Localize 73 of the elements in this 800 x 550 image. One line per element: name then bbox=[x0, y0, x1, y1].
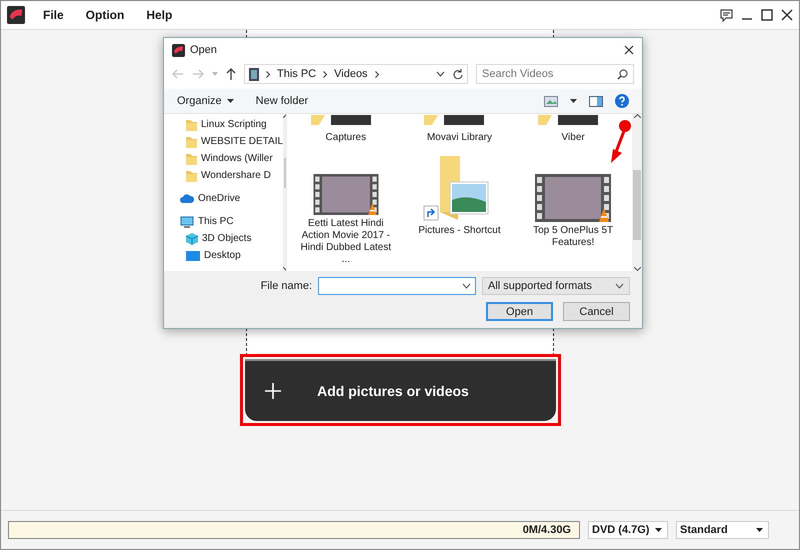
help-icon[interactable] bbox=[615, 94, 629, 108]
caret-icon bbox=[615, 283, 624, 289]
folder-item[interactable]: Movavi Library bbox=[404, 114, 514, 146]
disc-size-dropdown[interactable]: DVD (4.7G) bbox=[588, 521, 668, 539]
nav-item[interactable]: 3D Objects bbox=[164, 230, 284, 247]
refresh-icon[interactable] bbox=[452, 68, 463, 80]
close-icon[interactable] bbox=[781, 9, 793, 21]
nav-item[interactable]: WEBSITE DETAIL bbox=[164, 133, 284, 150]
cube-icon bbox=[186, 232, 198, 244]
caret-icon bbox=[462, 283, 471, 289]
plus-icon bbox=[264, 383, 280, 399]
file-name-label: File name: bbox=[260, 280, 312, 292]
chevron-right-icon bbox=[374, 70, 379, 78]
open-button[interactable]: Open bbox=[486, 302, 553, 321]
maximize-icon[interactable] bbox=[761, 9, 773, 21]
folder-icon bbox=[186, 135, 197, 148]
address-bar[interactable]: This PC Videos bbox=[244, 64, 468, 84]
caret-icon bbox=[756, 528, 763, 532]
organize-menu[interactable]: Organize bbox=[177, 95, 234, 107]
file-name: Eetti Latest Hindi Action Movie 2017 - Hindi Dubbed Latest ... bbox=[300, 218, 392, 266]
file-name: Top 5 OnePlus 5T Features! bbox=[532, 225, 614, 249]
folder-item[interactable]: Captures bbox=[290, 114, 401, 146]
add-media-button[interactable]: Add pictures or videos bbox=[244, 359, 556, 421]
caret-icon[interactable] bbox=[570, 99, 577, 103]
preview-pane-icon[interactable] bbox=[589, 96, 603, 106]
app-logo-icon bbox=[7, 6, 25, 24]
storage-reading: 0M/4.30G bbox=[522, 524, 571, 536]
file-name: Captures bbox=[324, 132, 368, 144]
dialog-title: Open bbox=[190, 44, 218, 56]
chat-icon[interactable] bbox=[720, 8, 733, 22]
menu-item[interactable]: Option bbox=[82, 8, 128, 22]
menu-item[interactable]: File bbox=[39, 8, 68, 22]
computer-icon bbox=[180, 216, 194, 228]
quality-dropdown[interactable]: Standard bbox=[676, 521, 769, 539]
folder-icon bbox=[186, 118, 197, 131]
cancel-button[interactable]: Cancel bbox=[563, 302, 630, 321]
video-thumbnail-icon bbox=[535, 174, 612, 222]
caret-icon bbox=[655, 528, 662, 532]
new-folder-button[interactable]: New folder bbox=[256, 95, 308, 107]
nav-item[interactable]: Wondershare D bbox=[164, 167, 284, 184]
file-type-dropdown[interactable]: All supported formats bbox=[482, 277, 630, 295]
cloud-icon bbox=[180, 194, 194, 203]
chevron-right-icon bbox=[266, 70, 270, 78]
nav-item[interactable]: Linux Scripting bbox=[164, 116, 284, 133]
close-icon[interactable] bbox=[624, 45, 634, 55]
caret-icon bbox=[226, 99, 234, 103]
up-arrow-icon[interactable] bbox=[226, 68, 236, 80]
film-icon bbox=[249, 68, 259, 80]
nav-item[interactable]: Windows (Willer bbox=[164, 150, 284, 167]
search-icon bbox=[617, 68, 628, 80]
app-logo-icon bbox=[172, 44, 185, 56]
file-name-field[interactable] bbox=[318, 277, 476, 295]
file-name: Movavi Library bbox=[426, 132, 493, 144]
monitor-icon bbox=[186, 250, 200, 260]
folder-item[interactable]: Viber bbox=[518, 114, 628, 146]
view-icon[interactable] bbox=[544, 96, 558, 106]
scrollbar[interactable] bbox=[632, 114, 642, 271]
nav-item[interactable]: This PC bbox=[164, 213, 284, 230]
nav-item[interactable]: Desktop bbox=[164, 247, 284, 264]
search-field[interactable]: Search Videos bbox=[476, 64, 634, 84]
file-name: Pictures - Shortcut bbox=[417, 225, 502, 237]
nav-item[interactable]: OneDrive bbox=[164, 190, 284, 207]
video-item[interactable]: Top 5 OnePlus 5T Features! bbox=[518, 146, 628, 266]
shortcut-item[interactable]: Pictures - Shortcut bbox=[404, 146, 514, 266]
breadcrumb-item[interactable]: Videos bbox=[334, 68, 368, 80]
folder-icon bbox=[186, 169, 197, 182]
chevron-right-icon bbox=[323, 70, 328, 78]
menu-item[interactable]: Help bbox=[142, 8, 176, 22]
file-name: Viber bbox=[560, 132, 586, 144]
breadcrumb-item[interactable]: This PC bbox=[277, 68, 316, 80]
caret-icon[interactable] bbox=[436, 71, 445, 77]
folder-icon bbox=[186, 152, 197, 165]
video-item[interactable]: Eetti Latest Hindi Action Movie 2017 - Hindi Dubbed Latest ... bbox=[290, 146, 401, 266]
